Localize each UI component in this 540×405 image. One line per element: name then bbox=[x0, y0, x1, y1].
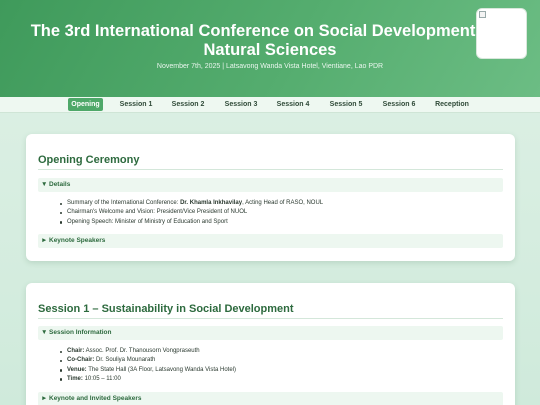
nav-session-2[interactable]: Session 2 bbox=[168, 98, 208, 111]
nav-session-5[interactable]: Session 5 bbox=[326, 98, 366, 111]
session-info-label-wrap: ▼ Session Information bbox=[41, 329, 111, 336]
nav-session-1[interactable]: Session 1 bbox=[116, 98, 156, 111]
field-value: The State Hall (3A Floor, Latsavong Wand… bbox=[86, 366, 236, 373]
nav-opening[interactable]: Opening bbox=[68, 98, 103, 111]
nav-session-4[interactable]: Session 4 bbox=[273, 98, 313, 111]
list-item-text: , Acting Head of RASO, NOUL bbox=[242, 200, 324, 206]
details-label: Details bbox=[49, 181, 71, 188]
page-header: The 3rd International Conference on Soci… bbox=[0, 0, 540, 97]
nav-reception[interactable]: Reception bbox=[430, 98, 474, 111]
details-toggle[interactable]: ▼ Details bbox=[38, 178, 503, 192]
divider bbox=[38, 169, 503, 170]
list-item: Venue: The State Hall (3A Floor, Latsavo… bbox=[60, 366, 236, 375]
field-value: Dr. Souliya Mounarath bbox=[94, 357, 156, 364]
caret-right-icon: ► bbox=[41, 395, 48, 402]
list-item: Opening Speech: Minister of Ministry of … bbox=[59, 218, 323, 227]
conference-title: The 3rd International Conference on Soci… bbox=[30, 22, 510, 59]
field-label: Co-Chair: bbox=[67, 357, 95, 364]
session-info-list: Chair: Assoc. Prof. Dr. Thanousorn Vongp… bbox=[60, 347, 236, 384]
details-list: Summary of the International Conference:… bbox=[59, 199, 324, 227]
field-label: Chair: bbox=[67, 348, 85, 354]
keynote-label: Keynote Speakers bbox=[49, 237, 106, 244]
keynote-label-wrap: ► Keynote Speakers bbox=[41, 237, 105, 244]
list-item: Co-Chair: Dr. Souliya Mounarath bbox=[60, 356, 236, 365]
list-item: Chairman's Welcome and Vision: President… bbox=[59, 208, 323, 217]
conference-subtitle: November 7th, 2025 | Latsavong Wanda Vis… bbox=[156, 63, 384, 70]
keynote-toggle[interactable]: ► Keynote Speakers bbox=[38, 234, 503, 248]
caret-down-icon: ▼ bbox=[41, 329, 48, 336]
session-info-label: Session Information bbox=[49, 329, 112, 336]
broken-image-icon bbox=[479, 11, 486, 18]
caret-down-icon: ▼ bbox=[41, 181, 48, 188]
list-item: Chair: Assoc. Prof. Dr. Thanousorn Vongp… bbox=[60, 347, 236, 356]
session-nav: Opening Session 1 Session 2 Session 3 Se… bbox=[0, 97, 540, 113]
session-info-toggle[interactable]: ▼ Session Information bbox=[38, 326, 503, 340]
field-label: Venue: bbox=[67, 366, 87, 373]
keynote-invited-label-wrap: ► Keynote and Invited Speakers bbox=[41, 395, 141, 402]
keynote-invited-toggle[interactable]: ► Keynote and Invited Speakers bbox=[38, 392, 503, 405]
field-value: Assoc. Prof. Dr. Thanousorn Vongpraseuth bbox=[84, 348, 200, 354]
field-label: Time: bbox=[67, 375, 83, 382]
nav-session-6[interactable]: Session 6 bbox=[379, 98, 419, 111]
list-item-text: Summary of the International Conference: bbox=[67, 200, 181, 206]
details-label-wrap: ▼ Details bbox=[41, 181, 70, 188]
list-item: Summary of the International Conference:… bbox=[59, 199, 324, 208]
card-title: Session 1 – Sustainability in Social Dev… bbox=[38, 303, 294, 315]
caret-right-icon: ► bbox=[41, 237, 48, 244]
keynote-invited-label: Keynote and Invited Speakers bbox=[49, 395, 142, 402]
opening-ceremony-card: Opening Ceremony ▼ Details Summary of the… bbox=[26, 134, 515, 261]
speaker-name: Dr. Khamla Inkhavilay bbox=[180, 200, 243, 206]
logo-image bbox=[476, 8, 527, 59]
nav-session-3[interactable]: Session 3 bbox=[221, 98, 261, 111]
divider bbox=[38, 318, 503, 319]
session-1-card: Session 1 – Sustainability in Social Dev… bbox=[26, 283, 515, 405]
field-value: 10:05 – 11:00 bbox=[82, 375, 121, 382]
list-item: Time: 10:05 – 11:00 bbox=[60, 375, 236, 384]
card-title: Opening Ceremony bbox=[38, 154, 140, 166]
